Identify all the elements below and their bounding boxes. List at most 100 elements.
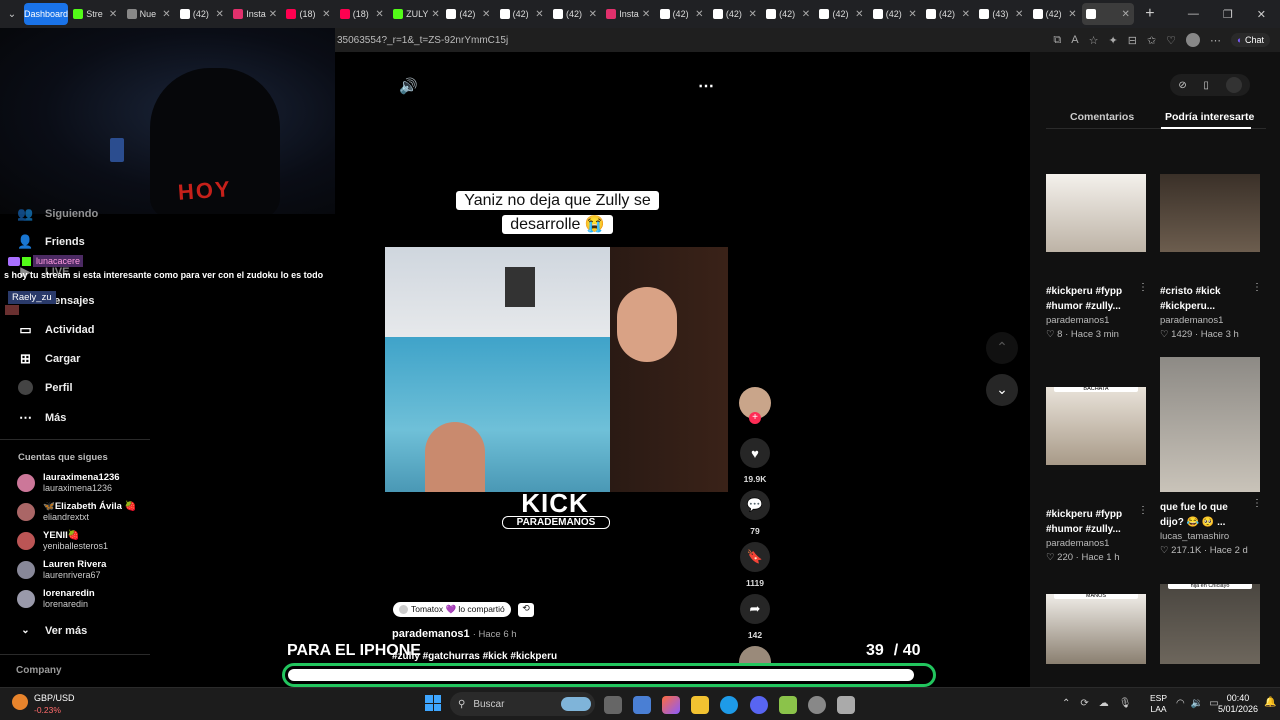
browser-tab[interactable]: (42) ✕ bbox=[922, 3, 974, 25]
browser-tab[interactable]: (42) ✕ bbox=[762, 3, 814, 25]
obs-icon[interactable] bbox=[808, 696, 826, 714]
close-tab-icon[interactable]: ✕ bbox=[162, 9, 170, 20]
app-icon[interactable] bbox=[779, 696, 797, 714]
notifications-icon[interactable]: 🔔 bbox=[1264, 697, 1276, 708]
repost-icon[interactable]: ⟲ bbox=[518, 603, 534, 617]
close-tab-icon[interactable]: ✕ bbox=[695, 9, 703, 20]
video-more-icon[interactable]: ⋮ bbox=[1138, 282, 1148, 293]
close-tab-icon[interactable]: ✕ bbox=[322, 9, 330, 20]
split-screen-icon[interactable]: ⊟ bbox=[1128, 34, 1137, 47]
browser-tab[interactable]: (42) ✕ bbox=[549, 3, 601, 25]
store-icon[interactable] bbox=[633, 696, 651, 714]
browser-tab[interactable]: ✕ bbox=[1081, 3, 1134, 25]
browser-tab[interactable]: (42) ✕ bbox=[656, 3, 708, 25]
video-player[interactable] bbox=[385, 247, 728, 492]
recommended-video-card[interactable]: Peleas dice que Cristo tiene una hija en… bbox=[1160, 584, 1262, 664]
close-tab-icon[interactable]: ✕ bbox=[962, 9, 970, 20]
edge-icon[interactable] bbox=[720, 696, 738, 714]
minimize-icon[interactable]: — bbox=[1188, 8, 1199, 21]
close-tab-icon[interactable]: ✕ bbox=[642, 9, 650, 20]
clock[interactable]: 00:40 5/01/2026 bbox=[1218, 693, 1258, 715]
video-title[interactable]: #cristo #kick #kickperu... bbox=[1160, 284, 1250, 314]
browser-tab[interactable]: (42) ✕ bbox=[1029, 3, 1081, 25]
nav-activity[interactable]: ▭ Actividad bbox=[18, 322, 94, 337]
copilot-app-icon[interactable] bbox=[662, 696, 680, 714]
close-window-icon[interactable]: ✕ bbox=[1257, 8, 1266, 21]
video-thumbnail[interactable]: TODO LO QUE SE PERDIO BACHATAKICK bbox=[1046, 387, 1146, 465]
close-tab-icon[interactable]: ✕ bbox=[589, 9, 597, 20]
video-more-icon[interactable]: ⋮ bbox=[1138, 505, 1148, 516]
video-author[interactable]: lucas_tamashiro bbox=[1160, 531, 1229, 542]
browser-tab[interactable]: Insta ✕ bbox=[229, 3, 281, 25]
browser-tab[interactable]: ZULY ✕ bbox=[389, 3, 441, 25]
next-video-button[interactable]: ⌄ bbox=[986, 374, 1018, 406]
close-tab-icon[interactable]: ✕ bbox=[216, 9, 224, 20]
windows-start-icon[interactable] bbox=[425, 695, 441, 711]
comment-button[interactable]: 💬 bbox=[740, 490, 770, 520]
browser-tab[interactable]: Dashboard bbox=[24, 3, 68, 25]
video-title[interactable]: #kickperu #fypp #humor #zully... bbox=[1046, 507, 1136, 537]
video-author[interactable]: parademanos1 bbox=[1046, 315, 1109, 326]
followed-account[interactable]: Lauren Rivera laurenrivera67 bbox=[17, 559, 106, 581]
close-tab-icon[interactable]: ✕ bbox=[1122, 9, 1130, 20]
close-tab-icon[interactable]: ✕ bbox=[269, 9, 277, 20]
cloud-icon[interactable]: ☁ bbox=[1099, 698, 1109, 709]
browser-tab[interactable]: Insta ✕ bbox=[602, 3, 654, 25]
restore-icon[interactable]: ❐ bbox=[1223, 8, 1233, 21]
video-thumbnail[interactable]: EL LÍO DE SALIR DE LAS MANOSKICK bbox=[1046, 594, 1146, 664]
browser-tab[interactable]: (42) ✕ bbox=[815, 3, 867, 25]
video-author[interactable]: parademanos1 bbox=[1046, 538, 1109, 549]
more-options-icon[interactable]: ⋯ bbox=[698, 76, 714, 96]
followed-account[interactable]: lorenaredin lorenaredin bbox=[17, 588, 95, 610]
browser-tab[interactable]: (42) ✕ bbox=[442, 3, 494, 25]
browser-tab[interactable]: (42) ✕ bbox=[176, 3, 228, 25]
extensions-icon[interactable]: ✦ bbox=[1109, 34, 1118, 47]
video-more-icon[interactable]: ⋮ bbox=[1252, 282, 1262, 293]
recommended-video-card[interactable]: TODO LO QUE SE PERDIO BACHATAKICK #kickpe… bbox=[1046, 387, 1148, 563]
browser-tab[interactable]: Nue ✕ bbox=[123, 3, 175, 25]
video-author[interactable]: parademanos1 · Hace 6 h bbox=[392, 628, 517, 640]
browser-essentials-icon[interactable]: ♡ bbox=[1166, 34, 1176, 47]
nav-profile[interactable]: Perfil bbox=[18, 380, 73, 395]
task-view-icon[interactable] bbox=[604, 696, 622, 714]
new-tab-button[interactable]: + bbox=[1145, 5, 1154, 23]
video-title[interactable]: que fue lo que dijo? 😂 🥺 ... bbox=[1160, 500, 1250, 530]
video-thumbnail[interactable]: Peleas dice que Cristo tiene una hija en… bbox=[1160, 584, 1260, 664]
settings-more-icon[interactable]: ⋯ bbox=[1210, 34, 1221, 47]
nav-following[interactable]: 👥 Siguiendo bbox=[17, 206, 98, 221]
close-tab-icon[interactable]: ✕ bbox=[855, 9, 863, 20]
weather-widget-icon[interactable] bbox=[12, 694, 28, 710]
close-tab-icon[interactable]: ✕ bbox=[375, 9, 383, 20]
copilot-chat-button[interactable]: ◐ Chat bbox=[1231, 33, 1270, 47]
favorites-icon[interactable]: ✩ bbox=[1147, 34, 1156, 47]
address-bar[interactable]: 35063554?_r=1&_t=ZS-92nrYmmC15j ⧉ A ☆ ✦ … bbox=[335, 28, 1280, 52]
compass-icon[interactable]: ⊘ bbox=[1178, 80, 1186, 91]
author-name[interactable]: parademanos1 bbox=[392, 628, 470, 640]
favorite-star-icon[interactable]: ☆ bbox=[1089, 34, 1099, 47]
recommended-video-card[interactable]: que fue lo que dijo? 😂 🥺 ... ⋮ lucas_tamas… bbox=[1160, 357, 1262, 556]
close-tab-icon[interactable]: ✕ bbox=[748, 9, 756, 20]
browser-tab[interactable]: (42) ✕ bbox=[869, 3, 921, 25]
close-tab-icon[interactable]: ✕ bbox=[908, 9, 916, 20]
recommended-video-card[interactable]: EL LÍO DE SALIR DE LAS MANOSKICK bbox=[1046, 594, 1148, 664]
close-tab-icon[interactable]: ✕ bbox=[1068, 9, 1076, 20]
previous-video-button[interactable]: ⌃ bbox=[986, 332, 1018, 364]
followed-account[interactable]: lauraximena1236 lauraximena1236 bbox=[17, 472, 120, 494]
video-thumbnail[interactable] bbox=[1160, 357, 1260, 492]
recommended-video-card[interactable]: Larco Herrera Urgente.KICK #cristo #kick … bbox=[1160, 174, 1262, 340]
video-title[interactable]: #kickperu #fypp #humor #zully... bbox=[1046, 284, 1136, 314]
discord-icon[interactable] bbox=[750, 696, 768, 714]
open-in-app-icon[interactable]: ⧉ bbox=[1053, 34, 1061, 47]
close-tab-icon[interactable]: ✕ bbox=[535, 9, 543, 20]
browser-tab[interactable]: (18) ✕ bbox=[282, 3, 334, 25]
shared-by-pill[interactable]: Tomatox 💜 lo compartió bbox=[393, 602, 511, 617]
browser-tab[interactable]: (18) ✕ bbox=[336, 3, 388, 25]
nav-upload[interactable]: ⊞ Cargar bbox=[18, 351, 80, 366]
volume-icon[interactable]: 🔊 bbox=[399, 77, 418, 95]
video-more-icon[interactable]: ⋮ bbox=[1252, 498, 1262, 509]
see-more-button[interactable]: ⌄ Ver más bbox=[18, 623, 87, 638]
sync-icon[interactable]: ⟳ bbox=[1080, 698, 1088, 709]
close-tab-icon[interactable]: ✕ bbox=[431, 9, 439, 20]
taskbar-search[interactable]: ⚲ Buscar bbox=[450, 692, 595, 716]
phone-icon[interactable]: ▯ bbox=[1203, 80, 1209, 91]
